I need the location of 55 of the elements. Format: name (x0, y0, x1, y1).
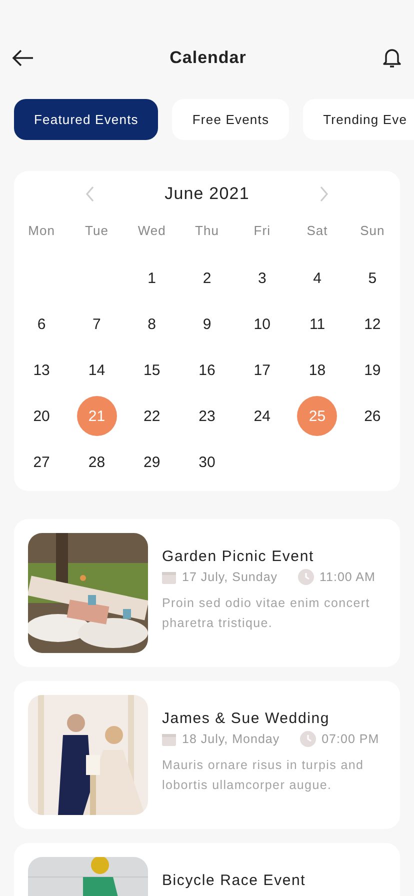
calendar-day[interactable]: 20 (22, 396, 62, 436)
calendar-day[interactable]: 8 (132, 304, 172, 344)
calendar-day[interactable]: 29 (132, 442, 172, 482)
calendar-day[interactable]: 30 (186, 442, 227, 482)
calendar-day[interactable]: 5 (352, 258, 392, 298)
event-title: Garden Picnic Event (162, 548, 315, 565)
month-title: June 2021 (164, 184, 250, 204)
calendar-day[interactable]: 13 (22, 350, 62, 390)
calendar-day[interactable]: 6 (22, 304, 62, 344)
weekday-label: Fri (254, 223, 270, 238)
back-icon[interactable] (12, 49, 34, 67)
event-title: James & Sue Wedding (162, 710, 331, 727)
calendar-day[interactable]: 26 (352, 396, 392, 436)
calendar-day[interactable]: 23 (186, 396, 227, 436)
tab[interactable]: Free Events (172, 99, 290, 140)
calendar-day[interactable]: 7 (76, 304, 117, 344)
calendar-day[interactable]: 4 (297, 258, 338, 298)
calendar-day[interactable]: 27 (22, 442, 62, 482)
event-title: Bicycle Race Event (162, 872, 306, 889)
tab[interactable]: Featured Events (14, 99, 158, 140)
weekday-label: Mon (28, 223, 55, 238)
calendar-day[interactable]: 22 (132, 396, 172, 436)
event-date: 18 July, Monday (182, 732, 280, 746)
event-time: 11:00 AM (320, 570, 376, 584)
calendar-icon (162, 732, 176, 746)
calendar-day[interactable]: 3 (242, 258, 282, 298)
calendar-day[interactable]: 10 (242, 304, 282, 344)
event-date: 17 July, Sunday (182, 570, 278, 584)
calendar-day[interactable]: 15 (132, 350, 172, 390)
weekday-label: Tue (85, 223, 108, 238)
calendar-day[interactable]: 9 (186, 304, 227, 344)
calendar-icon (162, 570, 176, 584)
event-description: Mauris ornare risus in turpis and lobortis ullamcorper augue. (162, 757, 365, 794)
page-title: Calendar (170, 48, 246, 68)
calendar-day[interactable]: 1 (132, 258, 172, 298)
weekday-label: Sat (306, 223, 328, 238)
weekday-label: Sun (360, 223, 385, 238)
tab[interactable]: Trending Eve (303, 99, 414, 140)
calendar-day[interactable]: 17 (242, 350, 282, 390)
calendar-day[interactable]: 24 (242, 396, 282, 436)
clock-icon (298, 569, 314, 585)
calendar-day[interactable]: 11 (297, 304, 338, 344)
calendar-day[interactable]: 28 (76, 442, 117, 482)
clock-icon (300, 731, 316, 747)
calendar-day[interactable]: 18 (297, 350, 338, 390)
weekday-label: Thu (195, 223, 219, 238)
event-description: Proin sed odio vitae enim concert pharetra tristique. (162, 595, 371, 632)
notification-bell-icon[interactable] (382, 47, 402, 69)
calendar-day[interactable]: 2 (186, 258, 227, 298)
calendar-day[interactable]: 19 (352, 350, 392, 390)
calendar-day[interactable]: 14 (76, 350, 117, 390)
calendar-day[interactable]: 16 (186, 350, 227, 390)
calendar-day[interactable]: 12 (352, 304, 392, 344)
weekday-label: Wed (138, 223, 166, 238)
event-time: 07:00 PM (322, 732, 380, 746)
